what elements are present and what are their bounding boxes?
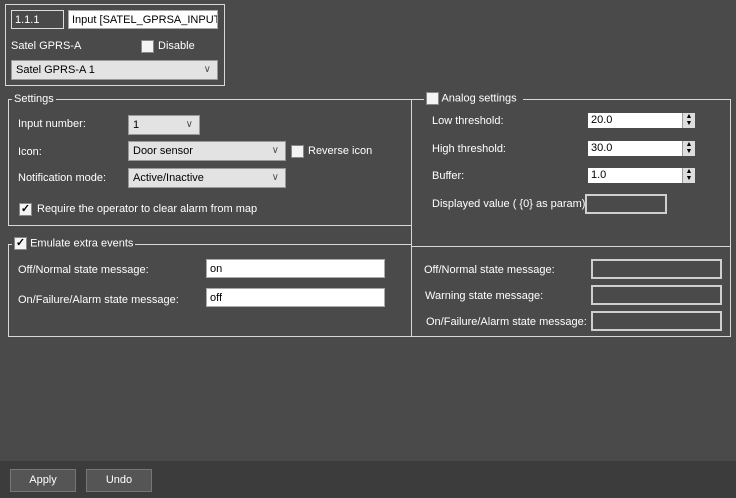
id-field[interactable]: 1.1.1 [11, 10, 64, 29]
icon-select[interactable]: Door sensor ∨ [128, 141, 286, 161]
undo-button[interactable]: Undo [86, 469, 152, 492]
analog-warning-field[interactable] [591, 285, 722, 305]
high-threshold-label: High threshold: [432, 143, 506, 155]
spin-arrows-icon[interactable]: ▲ ▼ [682, 141, 695, 156]
analog-divider [411, 246, 731, 247]
chevron-down-icon: ∨ [203, 64, 211, 75]
input-number-value: 1 [133, 119, 140, 131]
analog-settings-label: Analog settings [441, 92, 517, 105]
emulate-legend-wrap: ✓ Emulate extra events [12, 237, 136, 250]
disable-checkbox[interactable] [141, 40, 154, 53]
device-label: Satel GPRS-A [11, 40, 82, 52]
device-select-value: Satel GPRS-A 1 [16, 64, 95, 76]
apply-button[interactable]: Apply [10, 469, 76, 492]
require-clear-label: Require the operator to clear alarm from… [37, 203, 258, 215]
analog-warning-label: Warning state message: [425, 290, 544, 302]
reverse-icon-label: Reverse icon [308, 145, 373, 157]
analog-on-label: On/Failure/Alarm state message: [426, 316, 587, 328]
low-threshold-value: 20.0 [591, 114, 613, 126]
emulate-checkbox[interactable]: ✓ [14, 237, 27, 250]
notification-mode-label: Notification mode: [18, 172, 107, 184]
off-message-field[interactable]: on [206, 259, 385, 278]
spin-arrows-icon[interactable]: ▲ ▼ [682, 113, 695, 128]
analog-legend-wrap: Analog settings [424, 92, 523, 105]
off-message-label: Off/Normal state message: [18, 264, 149, 276]
analog-settings-checkbox[interactable] [426, 92, 439, 105]
icon-label: Icon: [18, 146, 42, 158]
high-threshold-value: 30.0 [591, 142, 613, 154]
input-number-select[interactable]: 1 ∨ [128, 115, 200, 135]
low-threshold-label: Low threshold: [432, 115, 504, 127]
chevron-down-icon: ∨ [271, 172, 279, 183]
on-message-label: On/Failure/Alarm state message: [18, 294, 179, 306]
icon-value: Door sensor [133, 145, 193, 157]
displayed-value-label: Displayed value ( {0} as param): [432, 198, 589, 210]
device-select[interactable]: Satel GPRS-A 1 ∨ [11, 60, 218, 80]
buffer-label: Buffer: [432, 170, 465, 182]
chevron-down-icon: ∨ [185, 119, 193, 130]
analog-off-label: Off/Normal state message: [424, 264, 555, 276]
low-threshold-spinner[interactable]: 20.0 ▲ ▼ [588, 113, 695, 128]
spin-arrows-icon[interactable]: ▲ ▼ [682, 168, 695, 183]
disable-label: Disable [158, 40, 195, 52]
input-number-label: Input number: [18, 118, 86, 130]
displayed-value-field[interactable] [585, 194, 667, 214]
notification-mode-select[interactable]: Active/Inactive ∨ [128, 168, 286, 188]
settings-legend: Settings [12, 93, 56, 105]
buffer-spinner[interactable]: 1.0 ▲ ▼ [588, 168, 695, 183]
analog-on-field[interactable] [591, 311, 722, 331]
analog-off-field[interactable] [591, 259, 722, 279]
high-threshold-spinner[interactable]: 30.0 ▲ ▼ [588, 141, 695, 156]
reverse-icon-checkbox[interactable] [291, 145, 304, 158]
on-message-field[interactable]: off [206, 288, 385, 307]
name-field[interactable]: Input [SATEL_GPRSA_INPUT [68, 10, 218, 29]
footer-bar: Apply Undo [0, 461, 736, 498]
buffer-value: 1.0 [591, 169, 607, 181]
emulate-label: Emulate extra events [30, 237, 134, 250]
chevron-down-icon: ∨ [271, 145, 279, 156]
notification-mode-value: Active/Inactive [133, 172, 204, 184]
require-clear-checkbox[interactable]: ✓ [19, 203, 32, 216]
